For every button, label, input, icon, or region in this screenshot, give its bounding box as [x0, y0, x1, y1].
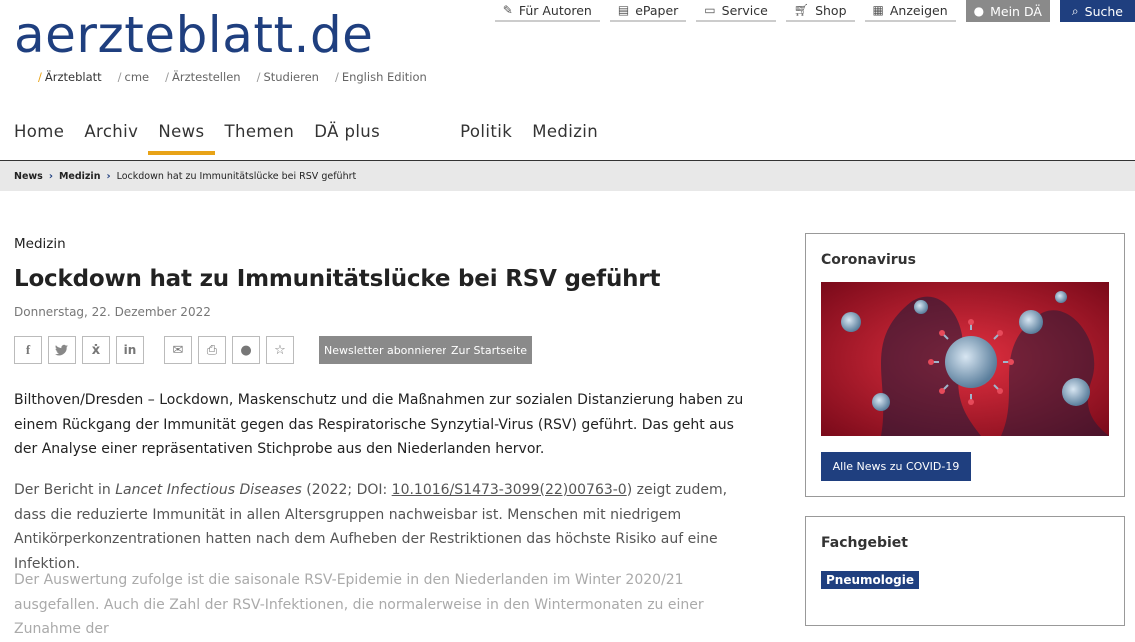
newsletter-button[interactable]: Newsletter abonnieren — [319, 336, 455, 364]
nav-news[interactable]: News — [148, 118, 215, 155]
article-date: Donnerstag, 22. Dezember 2022 — [14, 305, 211, 319]
article-paragraph-3: Der Auswertung zufolge ist die saisonale… — [14, 572, 704, 637]
book-icon: ▤ — [617, 3, 630, 17]
article-paragraph-2: Der Bericht in Lancet Infectious Disease… — [14, 482, 728, 572]
coronavirus-image[interactable] — [821, 282, 1109, 436]
mein-da-button[interactable]: ● Mein DÄ — [965, 0, 1050, 22]
article-paragraph-1: Bilthoven/Dresden – Lockdown, Maskenschu… — [14, 392, 744, 457]
journal-name: Lancet Infectious Diseases — [115, 482, 302, 498]
breadcrumb-current: Lockdown hat zu Immunitätslücke bei RSV … — [116, 170, 357, 182]
subnav-item-aerztestellen[interactable]: / Ärztestellen — [165, 70, 240, 84]
print-icon[interactable]: ⎙ — [198, 336, 226, 364]
service-link[interactable]: ▭ Service — [696, 0, 776, 22]
subnav-item-english-edition[interactable]: / English Edition — [335, 70, 427, 84]
breadcrumb-news[interactable]: News — [14, 171, 43, 182]
chevron-right-icon: › — [106, 170, 111, 182]
fuer-autoren-link[interactable]: ✎ Für Autoren — [494, 0, 600, 22]
nav-home[interactable]: Home — [14, 118, 74, 155]
doi-link[interactable]: 10.1016/S1473-3099(22)00763-0 — [392, 482, 627, 498]
fachgebiet-box: Fachgebiet Pneumologie — [805, 516, 1125, 626]
user-icon: ● — [973, 4, 985, 18]
chevron-right-icon: › — [48, 170, 53, 182]
nav-themen[interactable]: Themen — [215, 118, 305, 155]
pencil-icon: ✎ — [502, 3, 513, 17]
nav-da-plus[interactable]: DÄ plus — [304, 118, 390, 155]
fachgebiet-title: Fachgebiet — [821, 535, 908, 551]
article-kicker: Medizin — [14, 236, 66, 252]
subnav-item-cme[interactable]: / cme — [118, 70, 149, 84]
search-button[interactable]: ⌕ Suche — [1059, 0, 1135, 22]
comment-icon[interactable]: ● — [232, 336, 260, 364]
newspaper-icon: ▦ — [872, 3, 884, 17]
twitter-icon[interactable] — [48, 336, 76, 364]
article-title: Lockdown hat zu Immunitätslücke bei RSV … — [14, 266, 661, 292]
main-navigation: Home Archiv News Themen DÄ plus Politik … — [14, 118, 608, 155]
cart-icon: 🛒︎ — [793, 3, 810, 17]
folder-icon: ▭ — [704, 3, 716, 17]
coronavirus-title: Coronavirus — [821, 252, 916, 268]
portal-subnav: / Ärzteblatt / cme / Ärztestellen / Studiere… — [38, 70, 427, 84]
xing-icon[interactable]: ẋ — [82, 336, 110, 364]
linkedin-icon[interactable]: in — [116, 336, 144, 364]
star-icon[interactable]: ☆ — [266, 336, 294, 364]
breadcrumb-medizin[interactable]: Medizin — [59, 171, 101, 182]
nav-politik[interactable]: Politik — [450, 118, 522, 155]
share-bar: f ẋ in ✉ ⎙ ● ☆ — [14, 336, 294, 364]
shop-link[interactable]: 🛒︎ Shop — [785, 0, 855, 22]
subnav-item-aerzteblatt[interactable]: / Ärzteblatt — [38, 70, 102, 84]
nav-medizin[interactable]: Medizin — [522, 118, 608, 155]
covid-news-button[interactable]: Alle News zu COVID-19 — [821, 452, 971, 481]
coronavirus-box: Coronavirus Alle News zu COVID-19 — [805, 233, 1125, 497]
epaper-link[interactable]: ▤ ePaper — [609, 0, 687, 22]
subnav-item-studieren[interactable]: / Studieren — [257, 70, 319, 84]
anzeigen-link[interactable]: ▦ Anzeigen — [864, 0, 956, 22]
email-icon[interactable]: ✉ — [164, 336, 192, 364]
startseite-button[interactable]: Zur Startseite — [446, 336, 533, 364]
search-icon: ⌕ — [1071, 3, 1079, 18]
breadcrumb: News › Medizin › Lockdown hat zu Immunit… — [0, 161, 1135, 191]
top-utility-bar: ✎ Für Autoren ▤ ePaper ▭ Service 🛒︎ Shop ▦ An… — [494, 0, 1135, 22]
facebook-icon[interactable]: f — [14, 336, 42, 364]
nav-archiv[interactable]: Archiv — [74, 118, 148, 155]
tag-pneumologie[interactable]: Pneumologie — [821, 571, 919, 589]
site-logo[interactable]: aerzteblatt.de — [14, 2, 373, 68]
